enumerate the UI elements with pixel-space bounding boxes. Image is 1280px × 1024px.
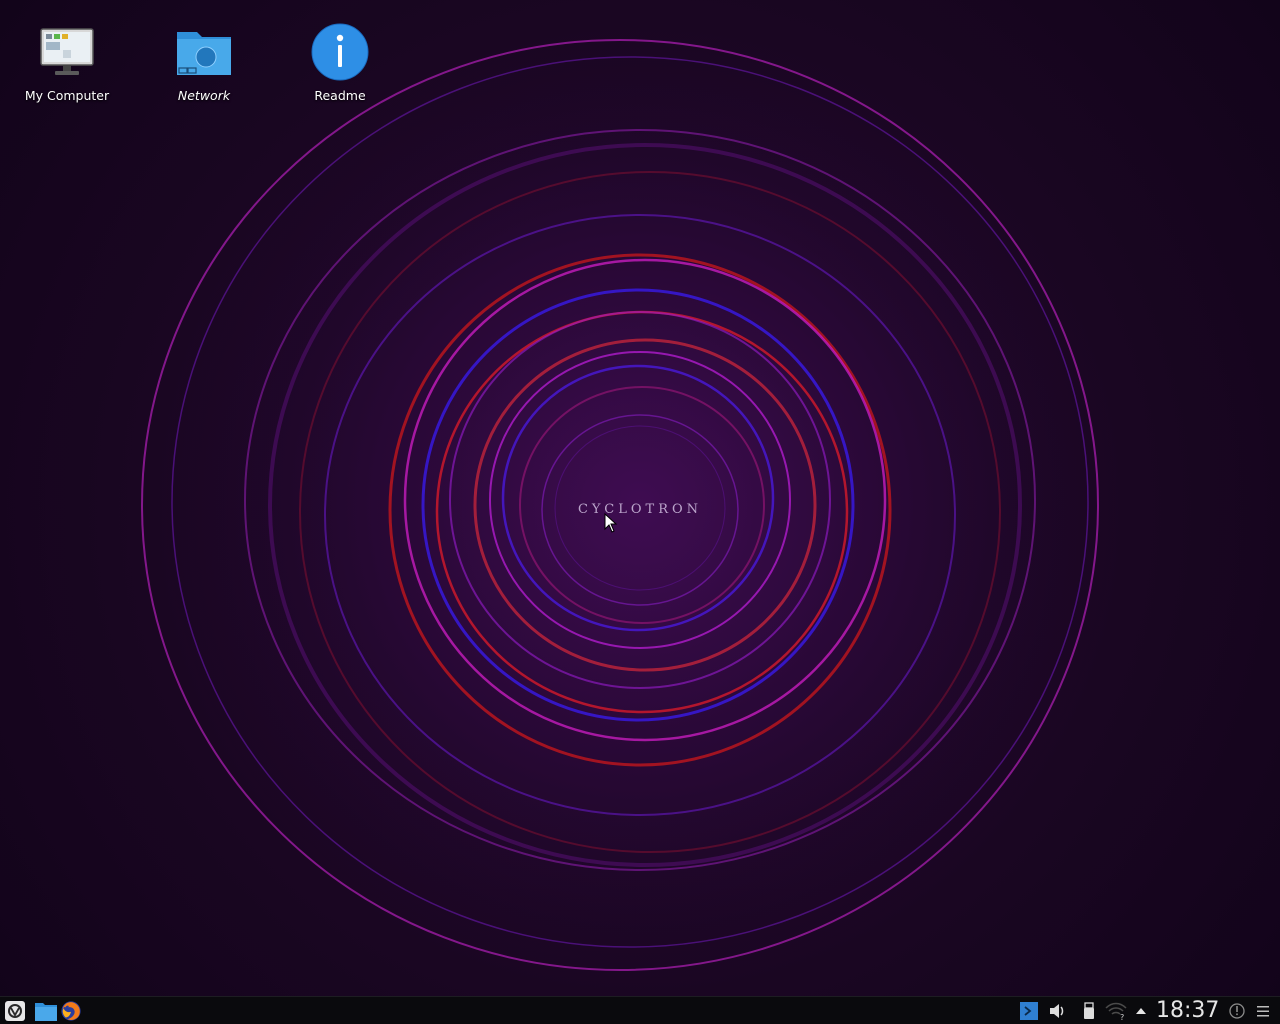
usb-device-icon[interactable] [1080,1000,1098,1022]
volume-icon[interactable] [1047,1000,1067,1022]
desktop-icon-network[interactable]: Network [149,22,259,103]
notifications-icon[interactable] [1228,1000,1246,1022]
desktop-icon-label: My Computer [24,88,110,103]
application-menu-icon[interactable] [4,1000,26,1022]
info-icon [311,23,369,81]
file-manager-icon[interactable] [34,1000,58,1022]
wallpaper-title: CYCLOTRON [577,502,703,517]
mouse-pointer-icon [604,513,618,533]
desktop-icon-label: Readme [314,88,366,103]
firefox-icon[interactable] [59,1000,83,1022]
desktop-icon-label: Network [177,88,231,103]
computer-monitor-icon [40,28,94,75]
taskbar: ? 18:37 [0,996,1280,1024]
clock[interactable]: 18:37 [1156,998,1219,1024]
network-wifi-icon[interactable]: ? [1104,1000,1128,1022]
desktop-icon-my-computer[interactable]: My Computer [12,22,122,103]
show-hidden-icons-arrow[interactable] [1133,1000,1149,1022]
svg-text:?: ? [1120,1013,1124,1022]
wallpaper-cyclotron [141,25,1120,985]
network-folder-icon [177,32,231,75]
panel-menu-icon[interactable] [1254,1000,1272,1022]
desktop-icon-readme[interactable]: Readme [285,22,395,103]
desktop[interactable]: CYCLOTRON My Computer Network Readme [0,0,1280,996]
konsole-terminal-icon[interactable] [1019,1000,1039,1022]
